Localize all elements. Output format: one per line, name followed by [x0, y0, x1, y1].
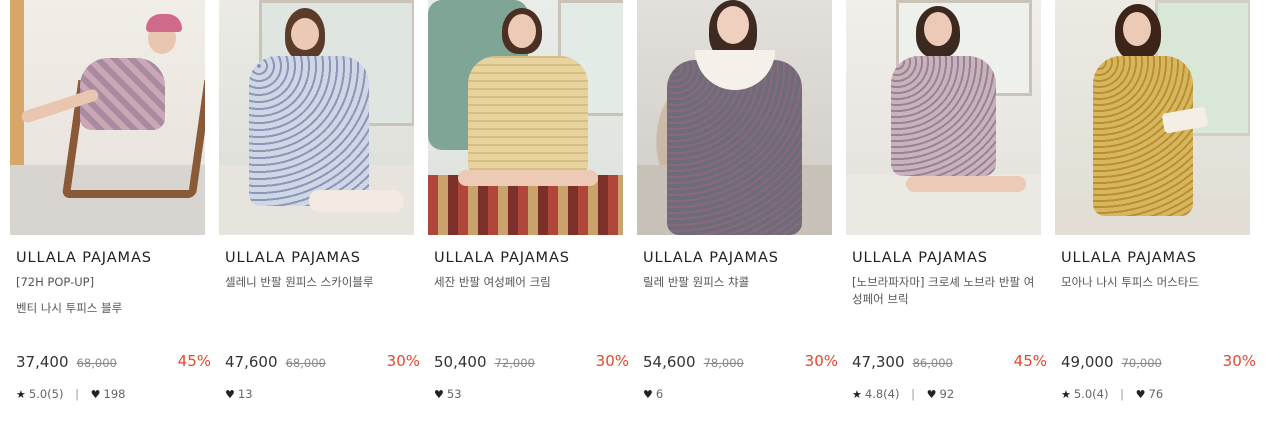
price-row: 50,400 72,000 30%	[434, 352, 629, 372]
sale-price: 37,400	[16, 353, 69, 371]
brand-name[interactable]: ULLALA PAJAMAS	[434, 250, 570, 266]
discount-rate: 45%	[1013, 352, 1047, 370]
product-name[interactable]: 셀레니 반팔 원피스 스카이블루	[225, 274, 411, 291]
product-image[interactable]	[846, 0, 1041, 235]
product-meta: ♥ 53	[434, 387, 462, 401]
product-name[interactable]: [72H POP-UP]	[16, 274, 202, 291]
product-card[interactable]: ULLALA PAJAMAS 릴레 반팔 원피스 챠콜 54,600 78,00…	[637, 0, 838, 436]
brand-name[interactable]: ULLALA PAJAMAS	[16, 250, 152, 266]
product-meta: ★ 5.0(5) | ♥ 198	[16, 387, 125, 401]
heart-icon[interactable]: ♥	[225, 388, 235, 401]
rating: 5.0(5)	[28, 387, 64, 401]
original-price: 68,000	[76, 356, 117, 370]
product-meta: ♥ 6	[643, 387, 663, 401]
heart-icon[interactable]: ♥	[434, 388, 444, 401]
rating: 5.0(4)	[1073, 387, 1109, 401]
price-row: 49,000 70,000 30%	[1061, 352, 1256, 372]
like-count: 198	[103, 387, 126, 401]
sale-price: 50,400	[434, 353, 487, 371]
like-count: 6	[655, 387, 664, 401]
price-row: 47,600 68,000 30%	[225, 352, 420, 372]
product-image[interactable]	[428, 0, 623, 235]
original-price: 70,000	[1121, 356, 1162, 370]
product-meta: ★ 4.8(4) | ♥ 92	[852, 387, 954, 401]
price-row: 54,600 78,000 30%	[643, 352, 838, 372]
star-icon: ★	[16, 388, 26, 401]
brand-name[interactable]: ULLALA PAJAMAS	[225, 250, 361, 266]
like-count: 53	[446, 387, 462, 401]
like-count: 76	[1148, 387, 1164, 401]
product-card[interactable]: ULLALA PAJAMAS 셀레니 반팔 원피스 스카이블루 47,600 6…	[219, 0, 420, 436]
product-card[interactable]: ULLALA PAJAMAS [72H POP-UP] 벤티 나시 투피스 블루…	[10, 0, 211, 436]
product-meta: ★ 5.0(4) | ♥ 76	[1061, 387, 1163, 401]
original-price: 78,000	[703, 356, 744, 370]
discount-rate: 30%	[804, 352, 838, 370]
divider: |	[1120, 387, 1124, 401]
heart-icon[interactable]: ♥	[1136, 388, 1146, 401]
original-price: 86,000	[912, 356, 953, 370]
product-meta: ♥ 13	[225, 387, 253, 401]
divider: |	[75, 387, 79, 401]
product-image[interactable]	[219, 0, 414, 235]
product-grid: ULLALA PAJAMAS [72H POP-UP] 벤티 나시 투피스 블루…	[0, 0, 1265, 436]
original-price: 72,000	[494, 356, 535, 370]
heart-icon[interactable]: ♥	[927, 388, 937, 401]
like-count: 13	[237, 387, 253, 401]
brand-name[interactable]: ULLALA PAJAMAS	[643, 250, 779, 266]
heart-icon[interactable]: ♥	[91, 388, 101, 401]
product-image[interactable]	[1055, 0, 1250, 235]
product-card[interactable]: ULLALA PAJAMAS [노브라파자마] 크로셰 노브라 반팔 여성페어 …	[846, 0, 1047, 436]
product-name[interactable]: 릴레 반팔 원피스 챠콜	[643, 274, 829, 291]
product-name[interactable]: 세잔 반팔 여성페어 크림	[434, 274, 620, 291]
price-row: 37,400 68,000 45%	[16, 352, 211, 372]
sale-price: 54,600	[643, 353, 696, 371]
brand-name[interactable]: ULLALA PAJAMAS	[1061, 250, 1197, 266]
price-row: 47,300 86,000 45%	[852, 352, 1047, 372]
product-image[interactable]	[637, 0, 832, 235]
product-image[interactable]	[10, 0, 205, 235]
product-name[interactable]: 모아나 나시 투피스 머스타드	[1061, 274, 1247, 291]
discount-rate: 30%	[386, 352, 420, 370]
sale-price: 49,000	[1061, 353, 1114, 371]
heart-icon[interactable]: ♥	[643, 388, 653, 401]
star-icon: ★	[1061, 388, 1071, 401]
sale-price: 47,600	[225, 353, 278, 371]
sale-price: 47,300	[852, 353, 905, 371]
product-name[interactable]: [노브라파자마] 크로셰 노브라 반팔 여성페어 브릭	[852, 274, 1038, 308]
discount-rate: 45%	[177, 352, 211, 370]
discount-rate: 30%	[595, 352, 629, 370]
rating: 4.8(4)	[864, 387, 900, 401]
discount-rate: 30%	[1222, 352, 1256, 370]
divider: |	[911, 387, 915, 401]
like-count: 92	[939, 387, 955, 401]
star-icon: ★	[852, 388, 862, 401]
brand-name[interactable]: ULLALA PAJAMAS	[852, 250, 988, 266]
product-card[interactable]: ULLALA PAJAMAS 세잔 반팔 여성페어 크림 50,400 72,0…	[428, 0, 629, 436]
product-name-line2[interactable]: 벤티 나시 투피스 블루	[16, 300, 202, 317]
original-price: 68,000	[285, 356, 326, 370]
product-card[interactable]: ULLALA PAJAMAS 모아나 나시 투피스 머스타드 49,000 70…	[1055, 0, 1256, 436]
